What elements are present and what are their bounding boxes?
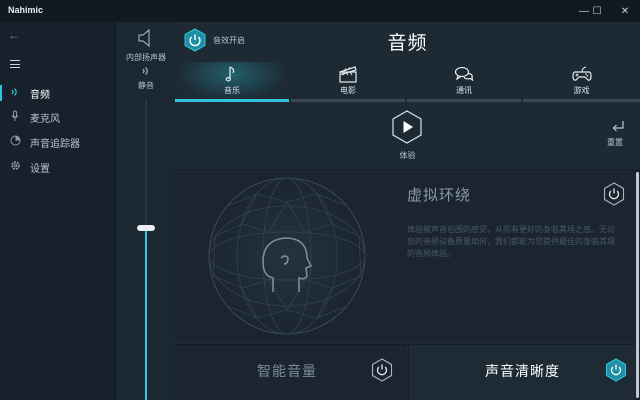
voice-clarity-power-button[interactable] — [605, 358, 627, 382]
experience-label: 体验 — [399, 151, 416, 160]
chat-bubbles-icon — [454, 66, 474, 82]
main-panel: 音效开启 音频 音乐 电影 通讯 游戏 体验 重置 虚拟环绕 体验被声音包围的感… — [175, 22, 640, 400]
tab-label: 音乐 — [224, 86, 240, 95]
virtual-surround-power-button[interactable] — [603, 182, 625, 206]
smart-volume-card: 智能音量 — [175, 344, 407, 400]
sound-tracker-icon — [0, 135, 30, 149]
tab-underline — [523, 99, 640, 102]
page-title: 音频 — [387, 33, 428, 54]
clapperboard-icon — [339, 66, 357, 83]
tab-label: 游戏 — [573, 86, 590, 95]
app-title: Nahimic — [8, 5, 44, 15]
tab-music[interactable]: 音乐 — [175, 62, 289, 102]
reset-icon[interactable] — [611, 120, 625, 137]
smart-volume-power-button[interactable] — [371, 358, 393, 382]
title-bar: Nahimic — ☐ ✕ — [0, 0, 640, 22]
volume-panel: 内部扬声器 静音 — [115, 22, 175, 400]
audio-wave-icon — [0, 87, 30, 100]
sidebar: ← 音频 麦克风 声音追踪器 设置 — [0, 22, 115, 400]
music-note-icon — [225, 66, 235, 82]
gear-icon — [0, 160, 30, 174]
play-experience-button[interactable] — [391, 110, 423, 144]
virtual-surround-panel: 虚拟环绕 体验被声音包围的感觉，从而有更好的身临其境之感。无论您的音频设备质量如… — [175, 170, 635, 342]
sidebar-item-label: 设置 — [30, 163, 50, 175]
mute-icon[interactable] — [116, 66, 176, 79]
tab-gaming[interactable]: 游戏 — [523, 62, 640, 102]
sidebar-item-label: 麦克风 — [30, 113, 60, 125]
tab-communication[interactable]: 通讯 — [407, 62, 521, 102]
back-arrow-icon[interactable]: ← — [8, 28, 20, 42]
tab-underline — [291, 99, 405, 102]
sidebar-item-settings[interactable]: 设置 — [0, 156, 115, 178]
sidebar-item-audio[interactable]: 音频 — [0, 82, 115, 104]
speaker-icon[interactable] — [135, 28, 157, 48]
tab-label: 电影 — [340, 86, 356, 95]
reset-label[interactable]: 重置 — [607, 137, 623, 148]
virtual-surround-title: 虚拟环绕 — [407, 187, 472, 204]
close-button[interactable]: ✕ — [611, 2, 639, 20]
tab-underline-active — [175, 99, 289, 102]
sidebar-item-microphone[interactable]: 麦克风 — [0, 106, 115, 128]
sidebar-item-label: 声音追踪器 — [30, 138, 80, 150]
tab-movie[interactable]: 电影 — [291, 62, 405, 102]
mute-label: 静音 — [138, 81, 154, 90]
profile-tabs: 音乐 电影 通讯 游戏 — [175, 62, 640, 102]
device-label: 内部扬声器 — [126, 53, 166, 62]
surround-globe-head-icon — [208, 177, 366, 335]
microphone-icon — [0, 110, 30, 125]
tab-underline — [407, 99, 521, 102]
voice-clarity-title: 声音清晰度 — [485, 363, 560, 379]
volume-slider-thumb[interactable] — [137, 225, 155, 231]
scrollbar-thumb[interactable] — [636, 172, 639, 398]
voice-clarity-card: 声音清晰度 — [408, 344, 635, 400]
gamepad-icon — [571, 66, 592, 81]
hamburger-icon[interactable] — [10, 60, 20, 68]
maximize-button[interactable]: ☐ — [583, 2, 611, 20]
virtual-surround-description: 体验被声音包围的感觉，从而有更好的身临其境之感。无论您的音频设备质量如何，我们都… — [407, 225, 615, 258]
tab-label: 通讯 — [456, 86, 472, 95]
scrollbar[interactable] — [635, 170, 640, 400]
sidebar-item-label: 音频 — [30, 89, 50, 101]
volume-slider-fill — [145, 231, 147, 400]
sidebar-item-sound-tracker[interactable]: 声音追踪器 — [0, 131, 115, 153]
smart-volume-title: 智能音量 — [257, 363, 317, 379]
